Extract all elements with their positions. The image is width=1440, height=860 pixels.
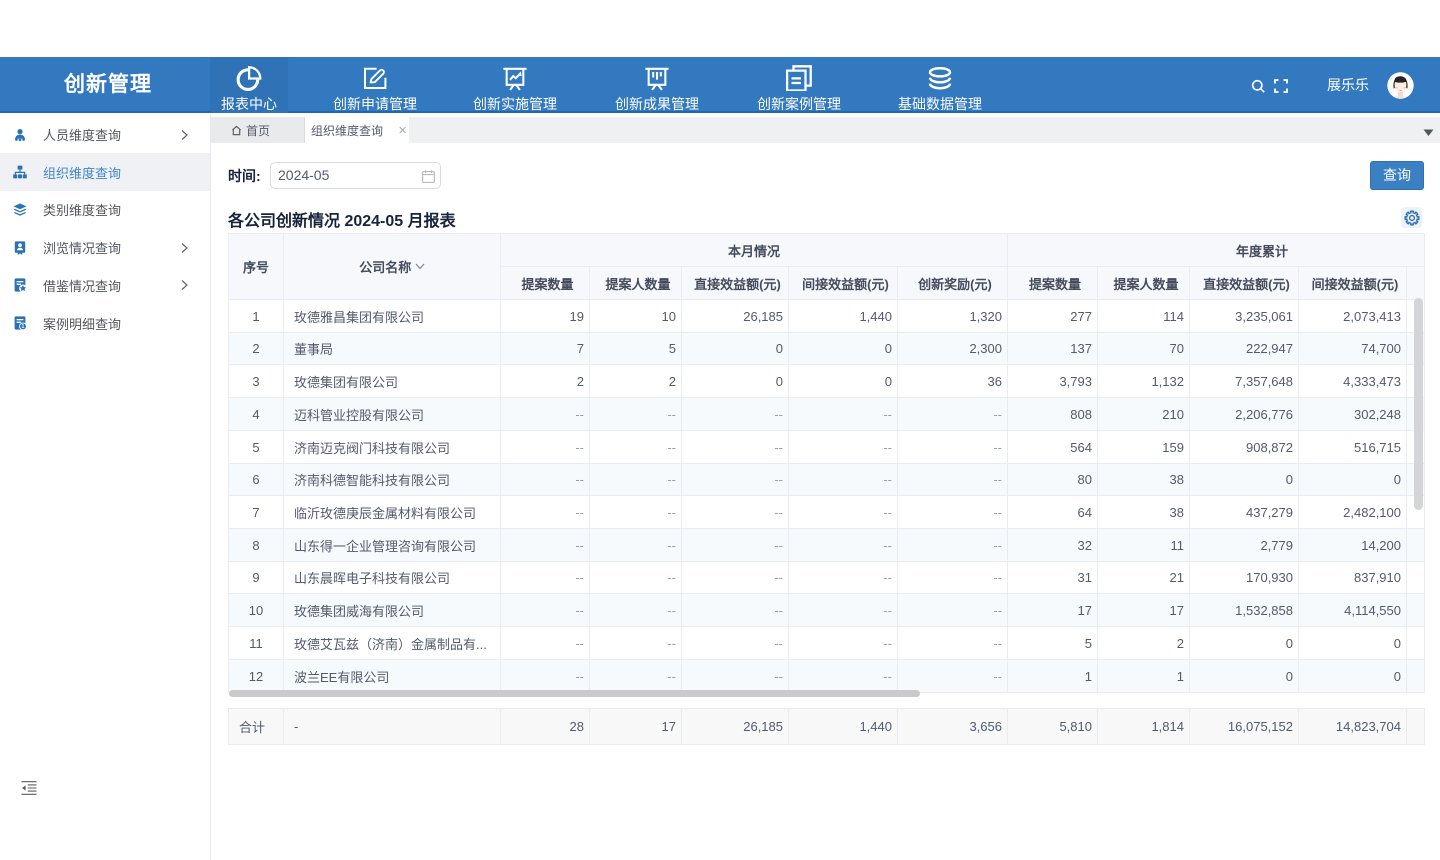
- svg-text:1: 1: [22, 324, 25, 330]
